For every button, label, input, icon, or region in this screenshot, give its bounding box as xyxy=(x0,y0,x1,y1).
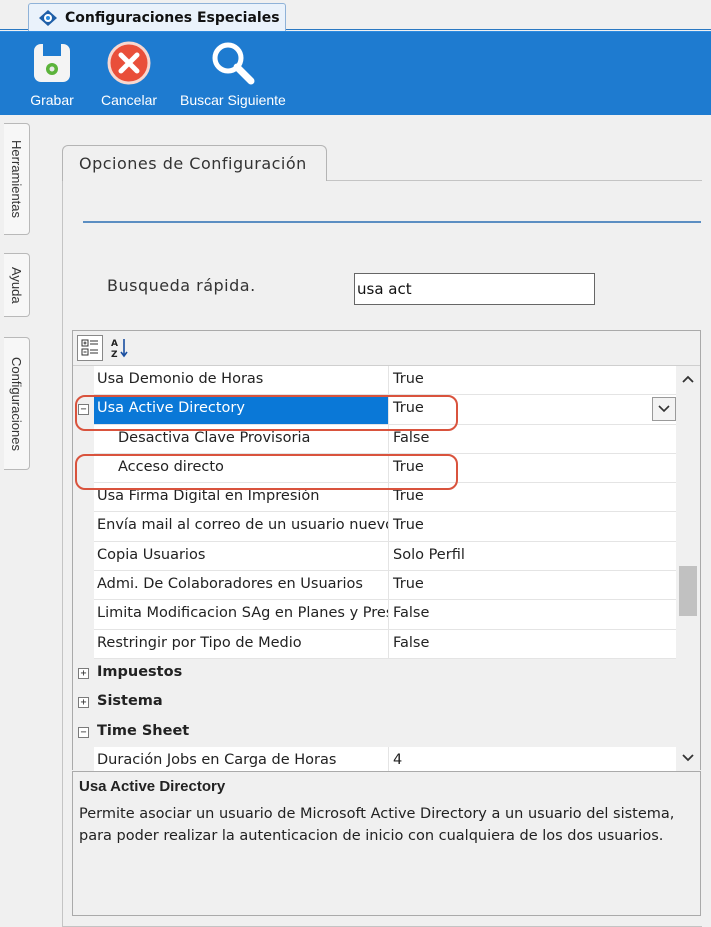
property-value-text: False xyxy=(393,605,430,622)
search-icon xyxy=(208,38,258,88)
side-tab-ayuda[interactable]: Ayuda xyxy=(4,253,30,317)
side-tab-bar: Herramientas Ayuda Configuraciones xyxy=(0,115,32,927)
property-row[interactable]: Envía mail al correo de un usuario nuevo… xyxy=(73,512,676,542)
divider xyxy=(83,221,701,223)
categorized-view-button[interactable] xyxy=(77,335,103,361)
property-value-text: True xyxy=(393,576,424,593)
side-tab-herramientas[interactable]: Herramientas xyxy=(4,123,30,235)
document-tab-title: Configuraciones Especiales xyxy=(65,9,280,26)
description-text: Permite asociar un usuario de Microsoft … xyxy=(79,806,675,844)
property-value[interactable]: False xyxy=(389,630,676,659)
categorized-icon xyxy=(81,339,98,356)
property-name: Restringir por Tipo de Medio xyxy=(94,629,389,659)
property-value[interactable]: False xyxy=(389,600,676,630)
side-tab-configuraciones[interactable]: Configuraciones xyxy=(4,337,30,470)
property-row[interactable]: Duración Jobs en Carga de Horas 4 xyxy=(73,746,676,771)
side-tab-label: Configuraciones xyxy=(9,356,24,451)
property-name: Duración Jobs en Carga de Horas xyxy=(94,746,389,771)
sort-az-icon: A Z xyxy=(111,339,128,359)
app-logo-icon xyxy=(37,9,59,27)
expand-icon[interactable]: + xyxy=(78,697,89,709)
dropdown-button[interactable] xyxy=(652,397,676,422)
property-value-text: False xyxy=(393,429,430,446)
save-button-label: Grabar xyxy=(30,92,74,108)
property-name: Limita Modificacion SAg en Planes y Pres… xyxy=(94,600,389,630)
property-value-text: Solo Perfil xyxy=(393,546,465,563)
row-gutter xyxy=(73,366,94,396)
description-box: Usa Active Directory Permite asociar un … xyxy=(72,771,701,916)
row-gutter: + xyxy=(73,658,94,689)
cancel-button[interactable]: Cancelar xyxy=(101,38,157,108)
property-value-text: False xyxy=(393,634,430,651)
side-tab-label: Herramientas xyxy=(9,139,24,219)
row-gutter xyxy=(73,571,94,601)
property-row[interactable]: Limita Modificacion SAg en Planes y Pres… xyxy=(73,600,676,630)
property-name: Sistema xyxy=(94,688,676,718)
row-gutter xyxy=(73,629,94,659)
property-value[interactable]: True xyxy=(389,571,676,601)
row-gutter: + xyxy=(73,688,94,718)
find-next-button-label: Buscar Siguiente xyxy=(180,92,286,108)
vertical-scrollbar[interactable] xyxy=(676,366,700,771)
document-tab-strip: Configuraciones Especiales xyxy=(0,0,711,31)
row-gutter xyxy=(73,512,94,542)
main-toolbar: Grabar Cancelar Buscar Siguiente xyxy=(0,31,711,115)
property-value-text: True xyxy=(393,517,424,534)
save-icon xyxy=(27,38,77,88)
collapse-icon[interactable]: − xyxy=(78,726,89,738)
property-row[interactable]: Admi. De Colaboradores en Usuarios True xyxy=(73,571,676,601)
property-value[interactable]: True xyxy=(389,512,676,542)
cancel-button-label: Cancelar xyxy=(101,92,158,108)
chevron-down-icon xyxy=(658,405,670,413)
row-gutter xyxy=(73,541,94,572)
description-title: Usa Active Directory xyxy=(79,778,226,795)
property-value-text: True xyxy=(393,371,424,387)
category-row[interactable]: − Time Sheet xyxy=(73,717,676,747)
property-row[interactable]: Usa Demonio de Horas True xyxy=(73,366,676,396)
highlight-usa-active-directory xyxy=(75,395,458,431)
property-grid-toolbar: A Z xyxy=(73,331,700,366)
scroll-up-icon[interactable] xyxy=(676,368,700,390)
find-next-button[interactable]: Buscar Siguiente xyxy=(180,38,286,108)
property-value[interactable]: True xyxy=(389,366,676,396)
scrollbar-thumb[interactable] xyxy=(679,566,697,616)
svg-text:Z: Z xyxy=(111,350,118,359)
property-name: Copia Usuarios xyxy=(94,541,389,572)
quick-search-input[interactable] xyxy=(354,273,595,305)
expand-icon[interactable]: + xyxy=(78,667,89,679)
side-tab-label: Ayuda xyxy=(9,266,24,304)
property-name: Usa Demonio de Horas xyxy=(94,366,389,396)
scroll-down-icon[interactable] xyxy=(676,747,700,769)
app-window: Configuraciones Especiales Grabar Cancel… xyxy=(0,0,711,927)
row-gutter xyxy=(73,600,94,630)
alphabetical-sort-button[interactable]: A Z xyxy=(107,335,133,361)
property-row[interactable]: Restringir por Tipo de Medio False xyxy=(73,629,676,659)
property-name: Impuestos xyxy=(94,658,676,689)
main-content: Opciones de Configuración Busqueda rápid… xyxy=(32,115,711,927)
document-tab[interactable]: Configuraciones Especiales xyxy=(28,3,286,31)
save-button[interactable]: Grabar xyxy=(27,38,77,108)
highlight-acceso-directo xyxy=(75,454,458,490)
tab-opciones-configuracion[interactable]: Opciones de Configuración xyxy=(62,145,327,181)
row-gutter: − xyxy=(73,717,94,747)
svg-text:A: A xyxy=(111,339,118,349)
property-value[interactable]: Solo Perfil xyxy=(389,542,676,572)
property-name: Envía mail al correo de un usuario nuevo xyxy=(94,512,389,542)
property-grid: A Z Usa Demonio de Horas True − Usa Active … xyxy=(72,330,701,771)
property-row[interactable]: Copia Usuarios Solo Perfil xyxy=(73,541,676,572)
row-gutter xyxy=(73,746,94,771)
category-row[interactable]: + Sistema xyxy=(73,688,676,718)
property-value[interactable]: 4 xyxy=(389,747,676,771)
property-name: Admi. De Colaboradores en Usuarios xyxy=(94,571,389,601)
property-value-text: 4 xyxy=(393,751,403,768)
property-name: Time Sheet xyxy=(94,717,676,747)
property-value-text: True xyxy=(393,488,424,505)
quick-search-label: Busqueda rápida. xyxy=(107,276,256,295)
cancel-icon xyxy=(104,38,154,88)
category-row[interactable]: + Impuestos xyxy=(73,658,676,689)
